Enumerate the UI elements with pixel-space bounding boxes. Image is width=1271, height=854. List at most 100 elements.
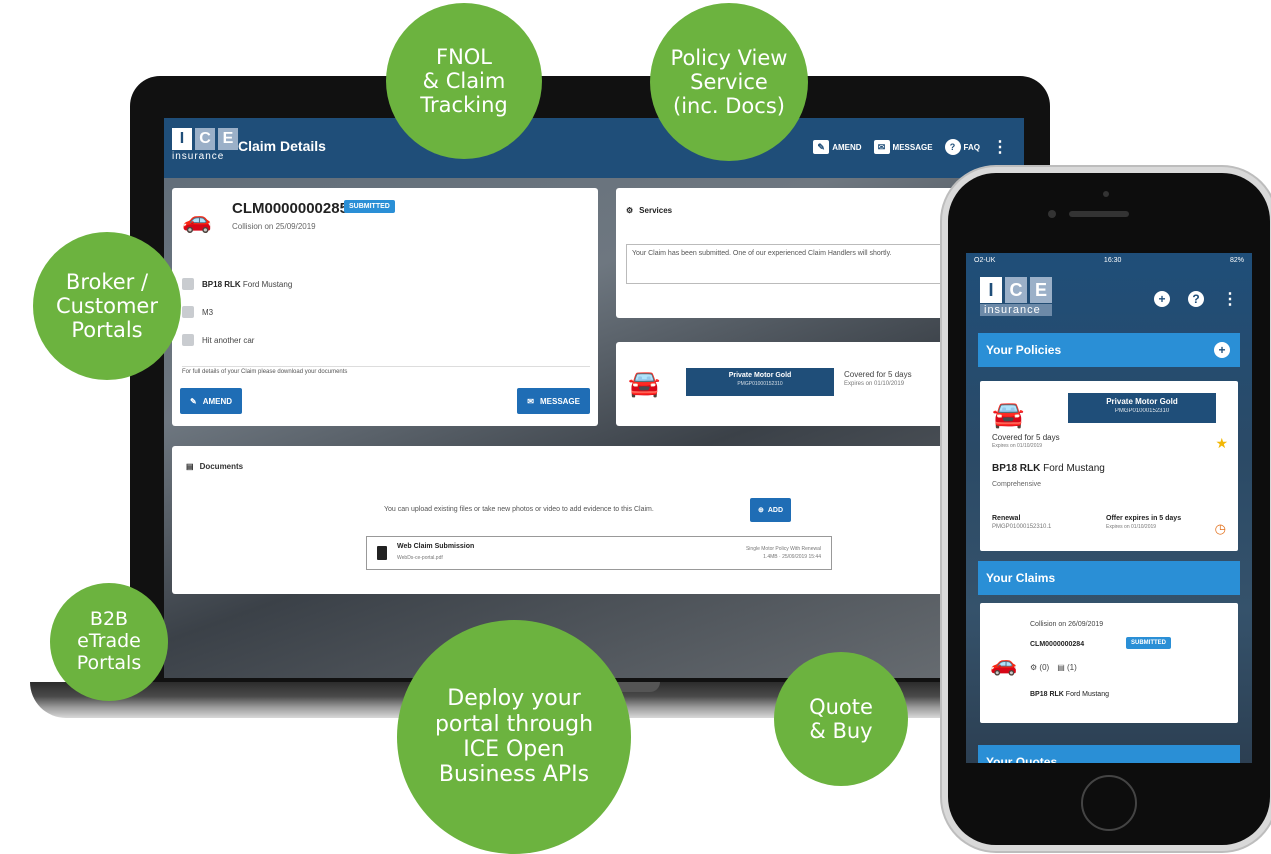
logo-letter-e: E bbox=[1030, 277, 1052, 303]
message-label: MESSAGE bbox=[539, 396, 580, 406]
document-row[interactable]: Web Claim Submission WebDs-ce-portal.pdf… bbox=[366, 536, 832, 570]
claim-description: Hit another car bbox=[202, 335, 255, 345]
comment-icon bbox=[182, 334, 194, 346]
status-badge: SUBMITTED bbox=[344, 200, 395, 213]
bubble-deploy: Deploy your portal through ICE Open Busi… bbox=[397, 620, 631, 854]
carrier: O2-UK bbox=[974, 257, 996, 264]
bubble-broker-portals: Broker / Customer Portals bbox=[33, 232, 181, 380]
car-collision-icon: 🚗 bbox=[182, 207, 212, 234]
logo-letter-c: C bbox=[1005, 277, 1027, 303]
pencil-icon: ✎ bbox=[190, 396, 197, 406]
document-icon: ▤ bbox=[186, 462, 194, 471]
phone-sensor bbox=[1103, 191, 1109, 197]
gears-icon: ⚙ bbox=[626, 206, 634, 215]
bubble-quote-buy: Quote & Buy bbox=[774, 652, 908, 786]
header-amend-button[interactable]: ✎ AMEND bbox=[813, 140, 862, 154]
battery: 82% bbox=[1229, 257, 1244, 264]
question-icon: ? bbox=[944, 139, 961, 155]
amend-button[interactable]: ✎ AMEND bbox=[180, 388, 243, 414]
claim-card: 🚗 CLM0000000285 SUBMITTED Collision on 2… bbox=[172, 188, 598, 426]
section-claims-label: Your Claims bbox=[986, 571, 1056, 585]
docs-count: 1 bbox=[1069, 663, 1075, 672]
mobile-claim-number: CLM0000000284 bbox=[1030, 641, 1085, 648]
section-your-claims[interactable]: Your Claims bbox=[978, 561, 1240, 595]
header-amend-label: AMEND bbox=[832, 142, 862, 152]
section-quotes-label: Your Quotes bbox=[986, 755, 1058, 763]
services-count: 0 bbox=[1042, 663, 1047, 672]
document-filename: WebDs-ce-portal.pdf bbox=[397, 555, 443, 561]
document-meta-type: Single Motor Policy With Renewal bbox=[745, 546, 821, 552]
help-icon[interactable]: ? bbox=[1188, 291, 1204, 307]
mobile-offer: Offer expires in 5 days Expires on 01/10… bbox=[1106, 515, 1181, 530]
policy-number: PMGP01000152310 bbox=[737, 381, 783, 387]
logo-letter-i: I bbox=[172, 128, 192, 150]
mobile-vehicle: BP18 RLK Ford Mustang bbox=[992, 463, 1105, 474]
add-document-button[interactable]: ⊕ ADD bbox=[750, 498, 792, 522]
phone-camera bbox=[1048, 210, 1056, 218]
car-front-icon: 🚘 bbox=[992, 399, 1025, 429]
phone-screen: O2-UK 16:30 82% I C E insurance + ? ⋮ Yo… bbox=[966, 253, 1252, 763]
mobile-policy-button[interactable]: Private Motor Gold PMGP01000152310 bbox=[1068, 393, 1216, 423]
section-your-policies[interactable]: Your Policies + bbox=[978, 333, 1240, 367]
mobile-policy-card[interactable]: 🚘 Private Motor Gold PMGP01000152310 Cov… bbox=[980, 381, 1238, 551]
bubble-fnol-text: FNOL & Claim Tracking bbox=[420, 44, 508, 118]
bubble-deploy-text: Deploy your portal through ICE Open Busi… bbox=[434, 686, 594, 788]
logo-letter-c: C bbox=[195, 128, 215, 150]
page-title: Claim Details bbox=[238, 138, 326, 154]
favourite-star-icon[interactable]: ★ bbox=[1215, 435, 1228, 452]
bubble-broker-text: Broker / Customer Portals bbox=[55, 269, 158, 343]
mobile-offer-expiry: Expires on 01/10/2019 bbox=[1106, 524, 1157, 530]
phone-home-button[interactable] bbox=[1081, 775, 1137, 831]
bubble-b2b-text: B2B eTrade Portals bbox=[76, 608, 142, 674]
mobile-claim-card[interactable]: Collision on 26/09/2019 CLM0000000284 SU… bbox=[980, 603, 1238, 723]
document-meta-date: 1.4MB · 25/09/2019 15:44 bbox=[763, 554, 821, 560]
ice-logo[interactable]: I C E insurance bbox=[172, 128, 238, 162]
bubble-fnol: FNOL & Claim Tracking bbox=[386, 3, 542, 159]
policy-button[interactable]: Private Motor Gold PMGP01000152310 bbox=[686, 368, 834, 396]
documents-title: Documents bbox=[199, 462, 244, 471]
add-policy-icon[interactable]: + bbox=[1214, 342, 1230, 358]
mobile-ice-logo[interactable]: I C E insurance bbox=[980, 277, 1052, 316]
claim-note: For full details of your Claim please do… bbox=[182, 366, 590, 375]
more-menu-icon[interactable]: ⋮ bbox=[992, 137, 1008, 157]
more-menu-icon[interactable]: ⋮ bbox=[1222, 289, 1238, 309]
claim-location-line: M3 bbox=[182, 306, 213, 318]
mobile-cover-text: Covered for 5 days bbox=[992, 433, 1060, 442]
documents-heading: ▤ Documents bbox=[186, 462, 243, 471]
document-icon: ▤ (1) bbox=[1057, 663, 1077, 672]
documents-card: ▤ Documents You can upload existing file… bbox=[172, 446, 1016, 594]
mobile-renewal-ref: PMGP01000152310.1 bbox=[992, 524, 1052, 530]
mobile-claim-subtitle: Collision on 26/09/2019 bbox=[1030, 621, 1104, 628]
mobile-cover-type: Comprehensive bbox=[992, 481, 1042, 488]
section-your-quotes[interactable]: Your Quotes bbox=[978, 745, 1240, 763]
mobile-renewal-label: Renewal bbox=[992, 515, 1021, 522]
car-icon bbox=[182, 278, 194, 290]
bubble-policy-view-text: Policy View Service (inc. Docs) bbox=[670, 45, 788, 119]
message-button[interactable]: ✉ MESSAGE bbox=[517, 388, 590, 414]
logo-word: insurance bbox=[980, 304, 1052, 316]
phone-speaker bbox=[1069, 211, 1129, 217]
mobile-cover-expiry: Expires on 01/10/2019 bbox=[992, 443, 1043, 449]
mobile-policy-number: PMGP01000152310 bbox=[1114, 408, 1170, 414]
claim-number: CLM0000000285 bbox=[232, 200, 348, 217]
mobile-vehicle-reg: BP18 RLK bbox=[992, 463, 1041, 474]
add-icon[interactable]: + bbox=[1154, 291, 1170, 307]
gears-icon: ⚙ (0) bbox=[1030, 663, 1050, 672]
mobile-claim-counters: ⚙ (0) ▤ (1) bbox=[1030, 663, 1077, 672]
services-heading: ⚙ Services bbox=[626, 206, 672, 215]
amend-label: AMEND bbox=[202, 396, 233, 406]
section-policies-label: Your Policies bbox=[986, 343, 1062, 357]
header-faq-label: FAQ bbox=[963, 142, 980, 152]
clock-icon: ◷ bbox=[1214, 521, 1226, 536]
header-message-button[interactable]: ✉ MESSAGE bbox=[873, 140, 933, 154]
header-actions: ✎ AMEND ✉ MESSAGE ? FAQ ⋮ bbox=[813, 137, 1008, 157]
header-faq-button[interactable]: ? FAQ bbox=[944, 139, 980, 155]
services-title: Services bbox=[639, 206, 673, 215]
mobile-offer-text: Offer expires in 5 days bbox=[1106, 515, 1182, 522]
mobile-renewal: Renewal PMGP01000152310.1 bbox=[992, 515, 1051, 530]
add-label: ADD bbox=[767, 506, 784, 514]
documents-prompt: You can upload existing files or take ne… bbox=[384, 506, 654, 513]
status-bar: O2-UK 16:30 82% bbox=[966, 253, 1252, 269]
status-time: 16:30 bbox=[1103, 257, 1122, 264]
policy-cover-text: Covered for 5 days bbox=[844, 370, 912, 379]
